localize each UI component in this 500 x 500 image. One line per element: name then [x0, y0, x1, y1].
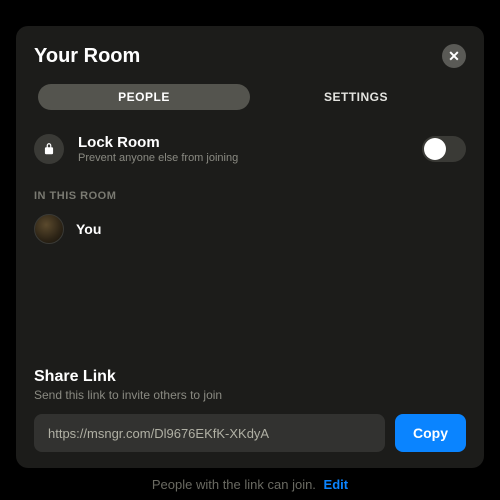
share-subtitle: Send this link to invite others to join: [34, 388, 466, 402]
avatar: [34, 214, 64, 244]
toggle-knob: [424, 138, 446, 160]
lock-title: Lock Room: [78, 134, 408, 151]
modal-title: Your Room: [34, 45, 140, 68]
footer-text: People with the link can join.: [152, 477, 316, 492]
lock-room-row: Lock Room Prevent anyone else from joini…: [34, 134, 466, 164]
close-icon: ✕: [448, 48, 460, 65]
tab-settings[interactable]: SETTINGS: [250, 84, 462, 110]
lock-subtitle: Prevent anyone else from joining: [78, 152, 408, 164]
lock-toggle[interactable]: [422, 136, 466, 162]
your-room-modal: Your Room ✕ PEOPLE SETTINGS Lock Room Pr…: [16, 26, 484, 468]
lock-icon: [34, 134, 64, 164]
in-this-room-label: IN THIS ROOM: [34, 190, 466, 202]
footer-line: People with the link can join. Edit: [0, 477, 500, 492]
copy-button[interactable]: Copy: [395, 414, 466, 452]
close-button[interactable]: ✕: [442, 44, 466, 68]
lock-text: Lock Room Prevent anyone else from joini…: [78, 134, 408, 164]
share-row: https://msngr.com/Dl9676EKfK-XKdyA Copy: [34, 414, 466, 452]
modal-header: Your Room ✕: [34, 44, 466, 68]
share-header: Share Link Send this link to invite othe…: [34, 368, 466, 402]
tab-bar: PEOPLE SETTINGS: [34, 82, 466, 112]
tab-people[interactable]: PEOPLE: [38, 84, 250, 110]
share-title: Share Link: [34, 368, 466, 386]
list-item: You: [34, 214, 466, 244]
share-link-field[interactable]: https://msngr.com/Dl9676EKfK-XKdyA: [34, 414, 385, 452]
participant-name: You: [76, 221, 101, 237]
edit-link[interactable]: Edit: [324, 477, 349, 492]
